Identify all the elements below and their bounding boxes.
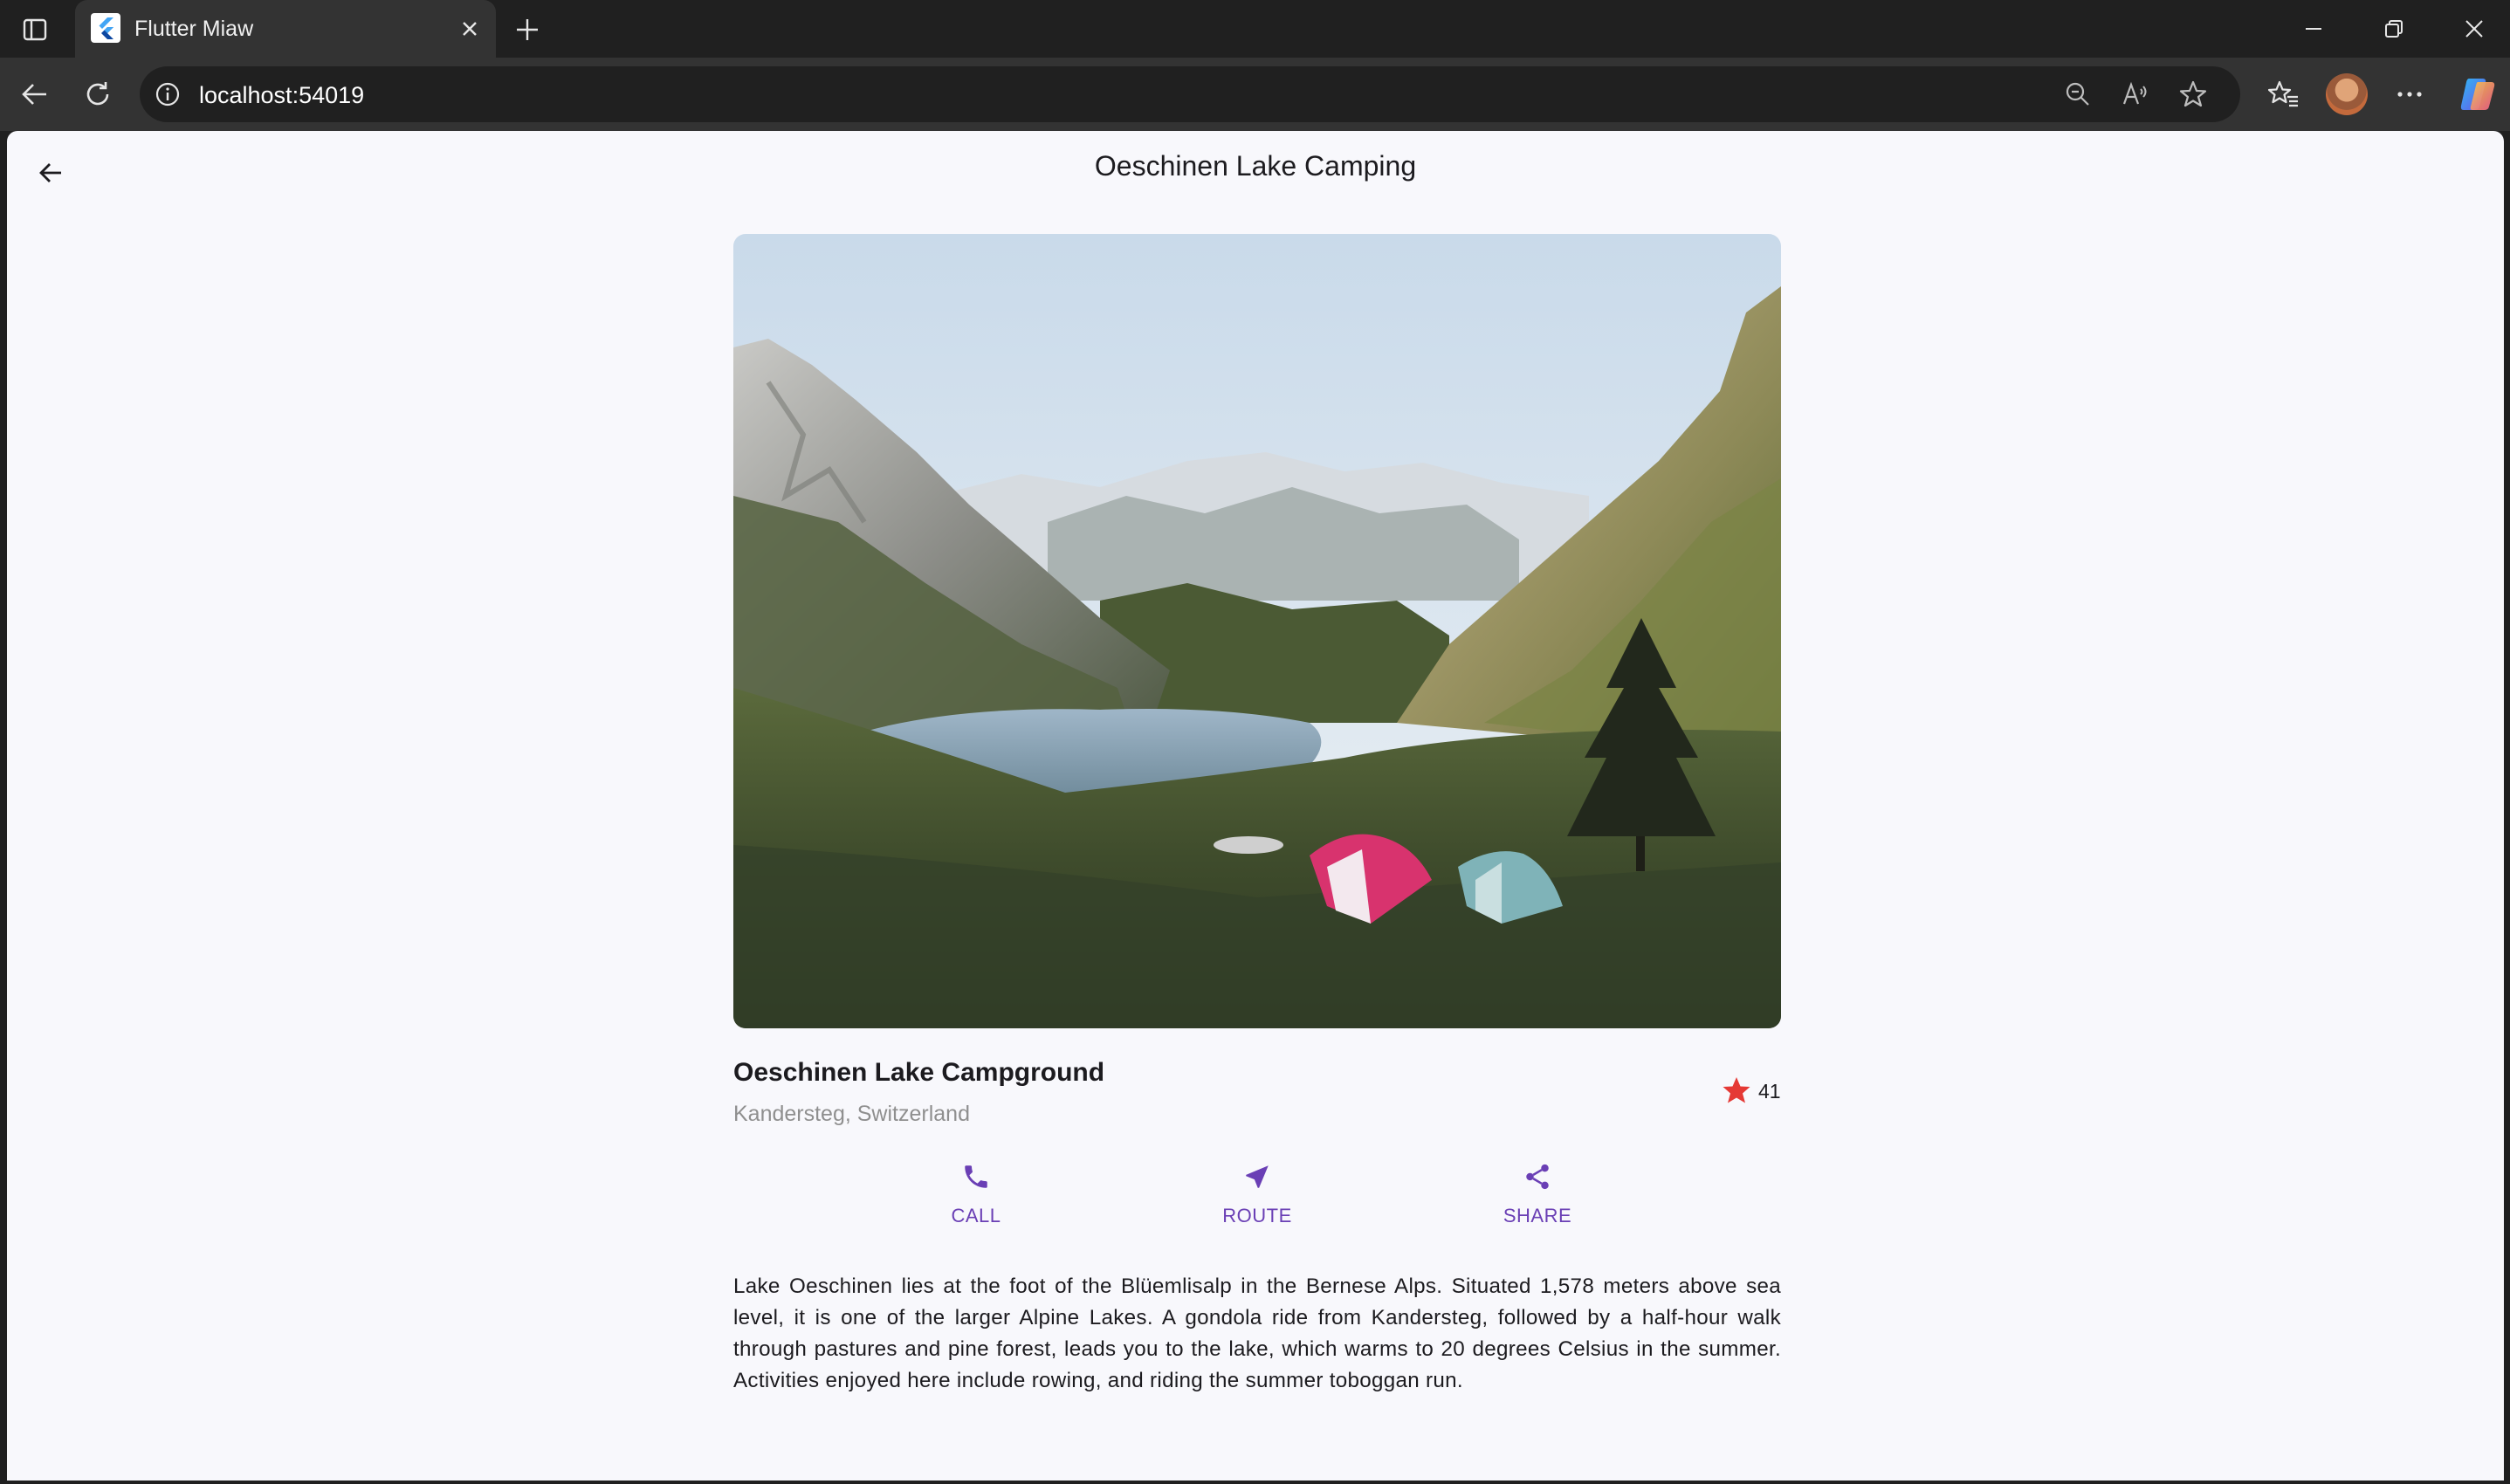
- tab-close-button[interactable]: [456, 15, 484, 43]
- profile-avatar[interactable]: [2326, 73, 2368, 115]
- flutter-logo-icon: [91, 13, 120, 43]
- restore-button[interactable]: [2369, 7, 2418, 51]
- tab-title: Flutter Miaw: [134, 17, 254, 41]
- restore-icon: [2385, 20, 2403, 38]
- close-icon: [463, 22, 477, 36]
- minimize-button[interactable]: [2289, 7, 2338, 51]
- share-icon: [1526, 1164, 1549, 1190]
- read-aloud-icon: [2122, 81, 2147, 105]
- new-tab-button[interactable]: [510, 12, 545, 47]
- read-aloud-button[interactable]: [2118, 77, 2153, 112]
- share-button[interactable]: SHARE: [1468, 1159, 1607, 1238]
- browser-tab-bar: Flutter Miaw: [0, 0, 2510, 58]
- more-options-button[interactable]: [2389, 73, 2431, 115]
- place-location: Kandersteg, Switzerland: [733, 1102, 970, 1126]
- url-text[interactable]: localhost:54019: [199, 82, 364, 109]
- address-bar[interactable]: localhost:54019: [140, 66, 2240, 122]
- near-me-icon: [1246, 1165, 1269, 1188]
- rating-count: 41: [1758, 1080, 1781, 1103]
- app-bar-title: Oeschinen Lake Camping: [1094, 150, 1417, 182]
- tab-actions-button[interactable]: [17, 12, 52, 47]
- favorites-button[interactable]: [2263, 73, 2305, 115]
- place-name: Oeschinen Lake Campground: [733, 1058, 1105, 1087]
- star-icon: [1723, 1077, 1750, 1103]
- route-label: ROUTE: [1222, 1205, 1292, 1226]
- favorites-icon: [2268, 80, 2298, 107]
- more-horizontal-icon: [2397, 92, 2422, 97]
- browser-toolbar: localhost:54019: [0, 58, 2510, 131]
- share-label: SHARE: [1503, 1205, 1572, 1226]
- zoom-out-button[interactable]: [2060, 77, 2095, 112]
- browser-tab-active[interactable]: Flutter Miaw: [75, 0, 496, 58]
- phone-icon: [965, 1165, 987, 1188]
- reload-button[interactable]: [77, 73, 119, 115]
- info-icon: [155, 82, 180, 106]
- star-outline-icon: [2179, 80, 2207, 107]
- tab-actions-icon: [23, 18, 47, 41]
- call-button[interactable]: CALL: [906, 1159, 1046, 1238]
- zoom-out-icon: [2066, 82, 2089, 106]
- minimize-icon: [2306, 28, 2321, 30]
- plus-icon: [517, 19, 538, 40]
- place-description: Lake Oeschinen lies at the foot of the B…: [733, 1274, 1781, 1392]
- arrow-left-icon: [22, 84, 46, 105]
- close-window-button[interactable]: [2450, 7, 2499, 51]
- copilot-icon[interactable]: [2457, 73, 2499, 115]
- browser-back-button[interactable]: [14, 73, 56, 115]
- add-favorite-button[interactable]: [2176, 77, 2211, 112]
- campground-photo: [733, 234, 1781, 1028]
- call-label: CALL: [951, 1205, 1001, 1226]
- route-button[interactable]: ROUTE: [1187, 1159, 1327, 1238]
- app-page: Oeschinen Lake Camping Oeschinen Lake Ca…: [7, 131, 2504, 1481]
- close-icon: [2465, 20, 2483, 38]
- reload-icon: [86, 82, 109, 106]
